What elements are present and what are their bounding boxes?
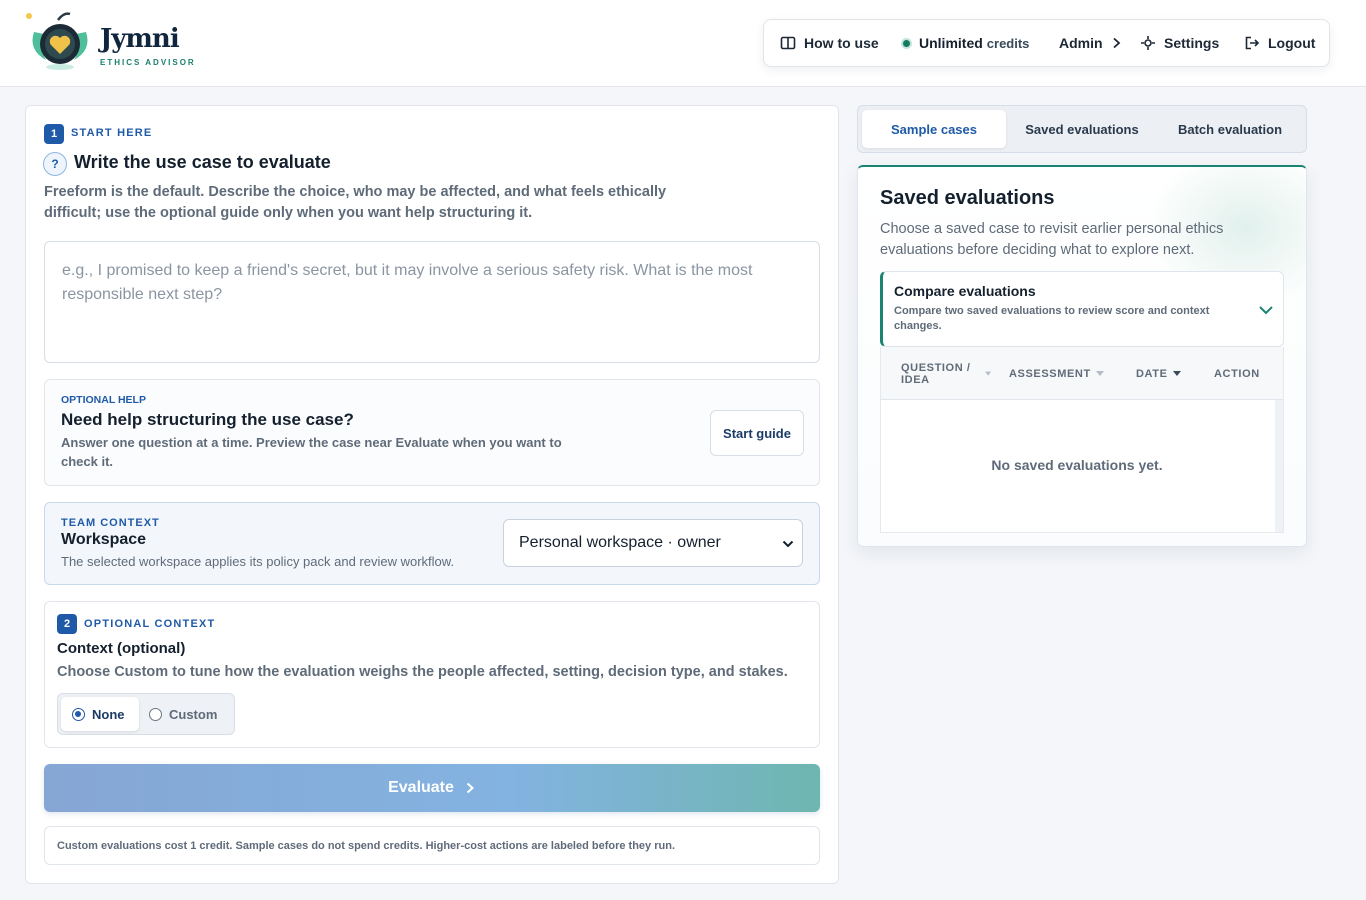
column-question[interactable]: QUESTION / IDEA <box>901 347 991 400</box>
app-header: Jymni ETHICS ADVISOR How to use Unlimite… <box>0 0 1366 87</box>
step-2-badge: 2 <box>57 614 77 634</box>
step-2-eyebrow: OPTIONAL CONTEXT <box>84 618 216 630</box>
side-tabs: Sample cases Saved evaluations Batch eva… <box>857 105 1307 153</box>
guide-eyebrow: OPTIONAL HELP <box>61 394 146 406</box>
context-custom-label: Custom <box>169 706 218 722</box>
logout-label: Logout <box>1268 35 1316 51</box>
credit-cost-note: Custom evaluations cost 1 credit. Sample… <box>44 826 820 865</box>
logout-icon <box>1245 36 1260 50</box>
admin-label: Admin <box>1059 35 1103 51</box>
saved-title: Saved evaluations <box>880 187 1055 209</box>
how-to-use-label: How to use <box>804 35 879 51</box>
column-date-label: DATE <box>1136 367 1168 380</box>
column-action-label: ACTION <box>1214 367 1260 380</box>
workspace-title: Workspace <box>61 531 147 548</box>
compare-title: Compare evaluations <box>894 283 1036 299</box>
context-mode-toggle: None Custom <box>57 693 235 735</box>
column-assessment[interactable]: ASSESSMENT <box>1009 347 1104 400</box>
credits-indicator: Unlimited credits <box>901 20 1029 66</box>
tab-batch-evaluation[interactable]: Batch evaluation <box>1158 110 1302 148</box>
evaluate-button[interactable]: Evaluate <box>44 764 820 812</box>
settings-link[interactable]: Settings <box>1140 20 1219 66</box>
column-date[interactable]: DATE <box>1136 347 1181 400</box>
workspace-description: The selected workspace applies its polic… <box>61 554 455 569</box>
context-none-option[interactable]: None <box>61 697 139 731</box>
step-1-eyebrow: START HERE <box>71 127 153 139</box>
guide-description: Answer one question at a time. Preview t… <box>61 435 562 469</box>
sort-icon <box>984 371 991 376</box>
sort-desc-icon <box>1172 370 1181 376</box>
chevron-down-icon <box>782 540 794 548</box>
chevron-down-icon <box>1259 306 1273 315</box>
optional-guide-card: OPTIONAL HELP Need help structuring the … <box>44 379 820 486</box>
context-none-label: None <box>92 706 125 722</box>
saved-evaluations-table: QUESTION / IDEA ASSESSMENT DATE ACTION N… <box>880 347 1284 533</box>
credits-value: Unlimited <box>919 35 983 51</box>
step-1-badge: 1 <box>44 124 64 144</box>
how-to-use-link[interactable]: How to use <box>780 20 879 66</box>
brand-name: Jymni <box>100 24 180 54</box>
empty-state-message: No saved evaluations yet. <box>991 457 1163 473</box>
optional-context-card: 2 OPTIONAL CONTEXT Context (optional) Ch… <box>44 601 820 748</box>
workspace-select[interactable]: Personal workspace · owner <box>503 519 803 567</box>
context-description: Choose Custom to tune how the evaluation… <box>57 664 788 680</box>
context-title: Context (optional) <box>57 640 186 657</box>
compare-description: Compare two saved evaluations to review … <box>894 305 1210 332</box>
gear-icon <box>1141 36 1155 50</box>
workspace-select-value: Personal workspace · owner <box>519 534 721 551</box>
team-context-card: TEAM CONTEXT Workspace The selected work… <box>44 502 820 585</box>
team-eyebrow: TEAM CONTEXT <box>61 517 160 529</box>
column-question-label: QUESTION / IDEA <box>901 361 971 386</box>
evaluate-label: Evaluate <box>388 779 454 796</box>
table-header: QUESTION / IDEA ASSESSMENT DATE ACTION <box>881 347 1283 400</box>
chevron-right-icon <box>466 782 474 794</box>
use-case-form: 1 START HERE ? Write the use case to eva… <box>25 105 839 884</box>
tab-saved-evaluations[interactable]: Saved evaluations <box>1010 110 1154 148</box>
column-assessment-label: ASSESSMENT <box>1009 367 1091 380</box>
compare-evaluations-toggle[interactable]: Compare evaluations Compare two saved ev… <box>880 271 1284 347</box>
radio-selected-icon <box>72 707 85 721</box>
logout-link[interactable]: Logout <box>1244 20 1315 66</box>
book-icon <box>780 36 796 50</box>
table-scrollbar[interactable] <box>1275 400 1283 532</box>
saved-description: Choose a saved case to revisit earlier p… <box>880 221 1224 258</box>
column-action: ACTION <box>1214 347 1260 400</box>
chevron-right-icon <box>1112 37 1120 49</box>
use-case-textarea[interactable] <box>44 241 820 363</box>
credits-suffix: credits <box>986 35 1030 51</box>
tab-sample-cases[interactable]: Sample cases <box>862 110 1006 148</box>
brand-logo[interactable]: Jymni ETHICS ADVISOR <box>24 10 204 72</box>
use-case-title: Write the use case to evaluate <box>74 152 331 172</box>
context-custom-option[interactable]: Custom <box>149 697 217 731</box>
saved-evaluations-card: Saved evaluations Choose a saved case to… <box>857 165 1307 547</box>
top-navigation: How to use Unlimited credits Admin Setti… <box>763 19 1330 67</box>
guide-title: Need help structuring the use case? <box>61 410 354 429</box>
settings-label: Settings <box>1164 35 1220 51</box>
start-guide-button[interactable]: Start guide <box>710 410 804 456</box>
admin-menu[interactable]: Admin <box>1059 20 1123 66</box>
use-case-intro: Freeform is the default. Describe the ch… <box>44 184 667 221</box>
jymni-logo-icon <box>26 12 88 70</box>
brand-tagline: ETHICS ADVISOR <box>100 58 196 67</box>
sort-icon <box>1095 370 1104 376</box>
help-icon[interactable]: ? <box>43 152 67 176</box>
credit-status-dot <box>901 37 912 49</box>
radio-unselected-icon <box>149 707 162 721</box>
